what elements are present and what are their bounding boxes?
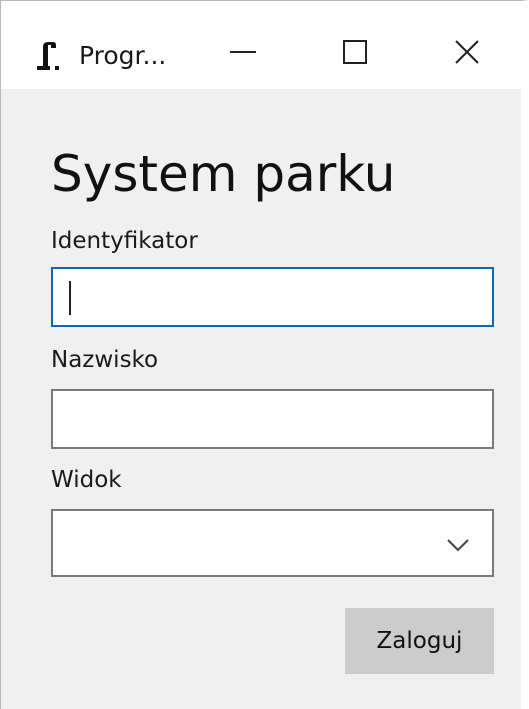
app-window: Progr... System parku Identyfikator Nazw… — [0, 0, 529, 709]
surname-input[interactable] — [51, 389, 494, 449]
minimize-button[interactable] — [211, 23, 275, 81]
view-label: Widok — [51, 467, 122, 493]
window-title: Progr... — [79, 41, 167, 70]
login-button[interactable]: Zaloguj — [345, 608, 494, 674]
page-title: System parku — [51, 145, 396, 203]
text-caret — [69, 281, 71, 315]
close-button[interactable] — [435, 23, 499, 81]
view-select[interactable] — [51, 509, 494, 577]
identifier-input[interactable] — [51, 267, 494, 327]
identifier-label: Identyfikator — [51, 228, 198, 254]
chevron-down-icon — [446, 537, 470, 553]
app-icon — [31, 39, 65, 73]
minimize-icon — [230, 50, 256, 54]
maximize-icon — [343, 40, 367, 64]
maximize-button[interactable] — [323, 23, 387, 81]
close-icon — [455, 40, 479, 64]
title-bar[interactable]: Progr... — [1, 1, 521, 89]
surname-label: Nazwisko — [51, 347, 159, 373]
